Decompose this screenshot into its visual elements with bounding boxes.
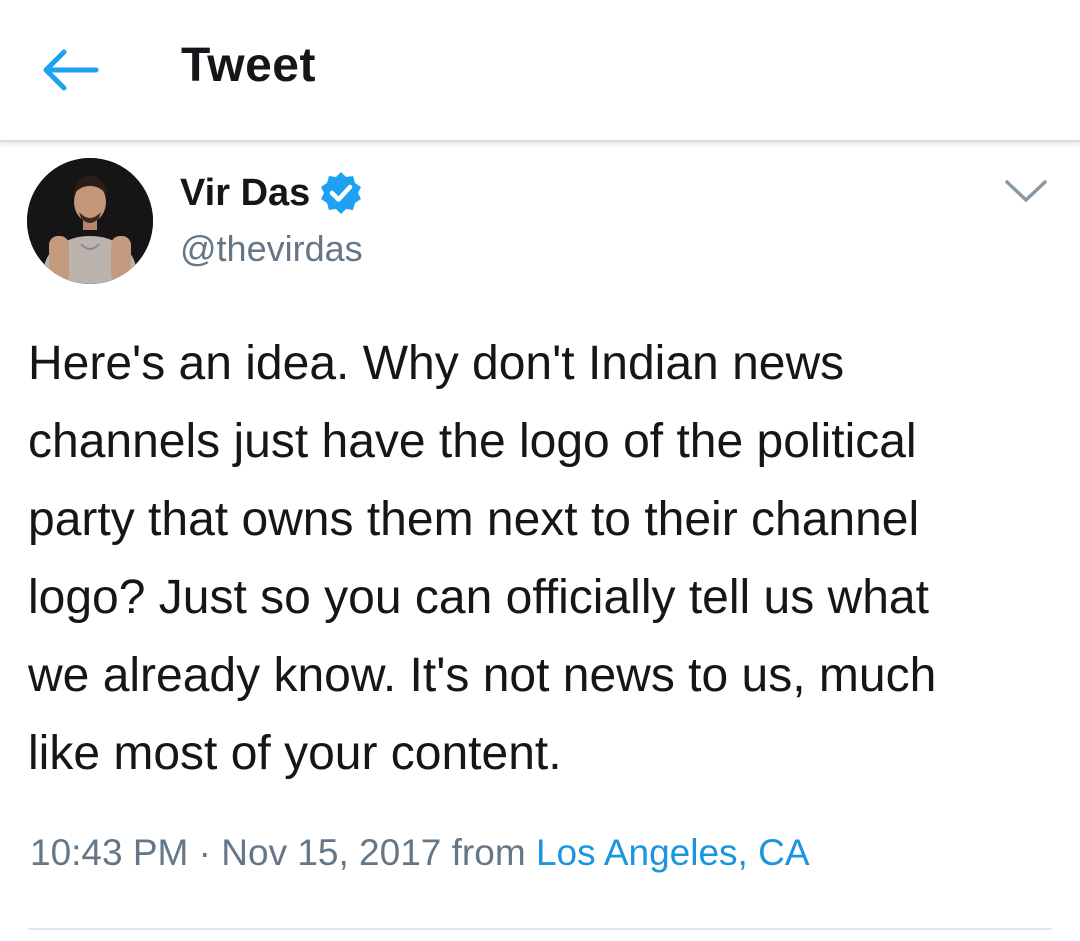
chevron-down-icon xyxy=(1005,180,1047,202)
back-button[interactable] xyxy=(38,46,100,94)
avatar-photo xyxy=(27,158,153,284)
meta-separator: · xyxy=(198,832,211,873)
tweet-text: Here's an idea. Why don't Indian news ch… xyxy=(28,337,937,780)
display-name-row: Vir Das xyxy=(180,170,364,216)
divider xyxy=(28,928,1052,930)
user-handle[interactable]: @thevirdas xyxy=(180,228,363,270)
tweet-date: Nov 15, 2017 xyxy=(221,832,442,873)
tweet-author: Vir Das @thevirdas xyxy=(0,150,1080,290)
verified-badge-icon xyxy=(321,172,362,214)
tweet-time: 10:43 PM xyxy=(30,832,189,873)
tweet-menu-button[interactable] xyxy=(1003,176,1049,206)
page-title: Tweet xyxy=(181,39,316,92)
top-app-bar: Tweet xyxy=(0,0,1080,142)
from-label: from xyxy=(451,832,526,873)
tweet-metadata: 10:43 PM · Nov 15, 2017 from Los Angeles… xyxy=(30,832,810,874)
location-link[interactable]: Los Angeles, CA xyxy=(536,832,810,873)
arrow-left-icon xyxy=(43,49,99,91)
display-name[interactable]: Vir Das xyxy=(180,172,310,215)
avatar[interactable] xyxy=(27,158,153,284)
